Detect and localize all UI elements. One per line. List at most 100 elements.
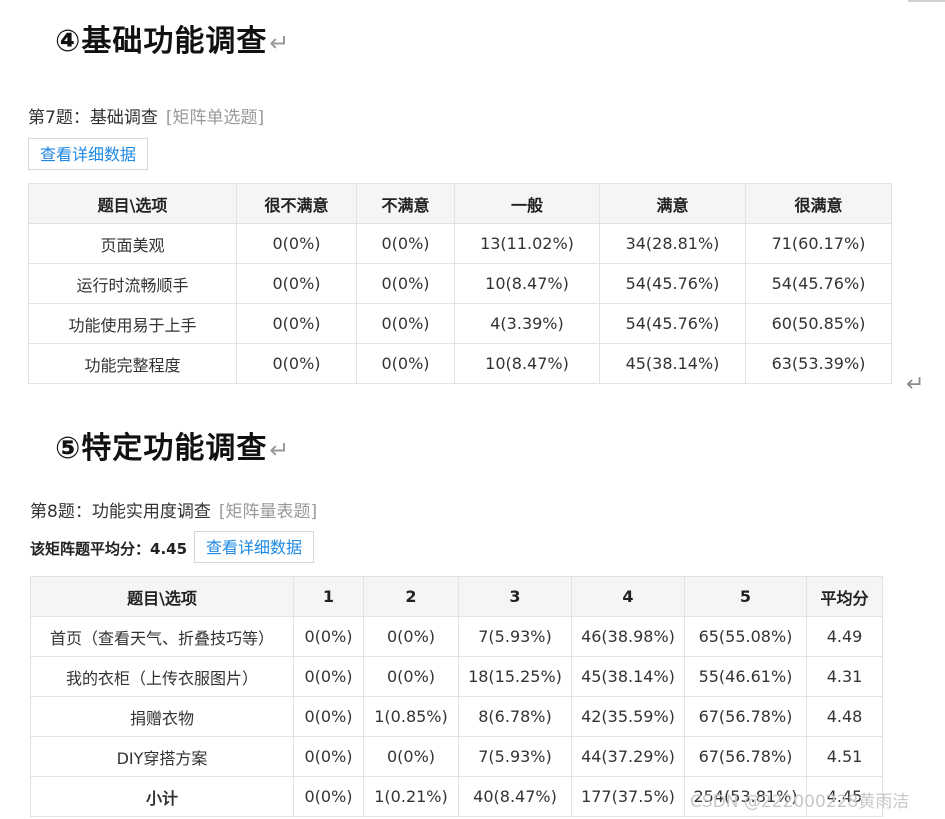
- table-cell: 4.31: [806, 656, 883, 697]
- table-cell: 60(50.85%): [745, 303, 892, 344]
- matrix-table-q7: 题目\选项 很不满意 不满意 一般 满意 很满意 页面美观 0(0%) 0(0%) 13(11.…: [28, 183, 892, 384]
- table-cell: 65(55.08%): [684, 616, 807, 657]
- table-cell: 67(56.78%): [684, 736, 807, 777]
- table-cell: 45(38.14%): [571, 656, 685, 697]
- table-cell: 42(35.59%): [571, 696, 685, 737]
- csdn-watermark: CSDN @222000228黄雨洁: [690, 792, 910, 812]
- view-details-button-q8[interactable]: 查看详细数据: [194, 531, 315, 563]
- table-cell: 54(45.76%): [599, 303, 746, 344]
- table-cell: 0(0%): [363, 616, 459, 657]
- table-cell: 0(0%): [236, 263, 357, 304]
- table-cell: 0(0%): [293, 656, 364, 697]
- column-header: 3: [458, 576, 572, 617]
- row-label-cell: 运行时流畅顺手: [28, 263, 237, 304]
- table-cell: 10(8.47%): [454, 343, 600, 384]
- matrix-table-q8: 题目\选项 1 2 3 4 5 平均分 首页（查看天气、折叠技巧等） 0(0%) 0(0%) 7(…: [30, 576, 883, 817]
- table-row: 功能完整程度 0(0%) 0(0%) 10(8.47%) 45(38.14%) 63(53…: [28, 343, 892, 384]
- table-cell: 34(28.81%): [599, 223, 746, 264]
- section-5-heading: ⑤特定功能调查↵: [55, 423, 291, 467]
- question-8-label: 第8题：功能实用度调查: [30, 502, 211, 522]
- table-cell: 0(0%): [293, 616, 364, 657]
- paragraph-return-icon: ↵: [269, 29, 291, 57]
- table-header-row: 题目\选项 很不满意 不满意 一般 满意 很满意: [28, 183, 892, 224]
- row-label-cell: 小计: [30, 776, 294, 817]
- column-header: 一般: [454, 183, 600, 224]
- table-cell: 0(0%): [236, 223, 357, 264]
- table-cell: 63(53.39%): [745, 343, 892, 384]
- table-cell: 71(60.17%): [745, 223, 892, 264]
- table-cell: 1(0.85%): [363, 696, 459, 737]
- table-header-row: 题目\选项 1 2 3 4 5 平均分: [30, 576, 883, 617]
- table-cell: 7(5.93%): [458, 736, 572, 777]
- table-cell: 0(0%): [293, 696, 364, 737]
- column-header: 5: [684, 576, 807, 617]
- table-cell: 54(45.76%): [745, 263, 892, 304]
- table-cell: 7(5.93%): [458, 616, 572, 657]
- column-header: 2: [363, 576, 459, 617]
- table-cell: 4.49: [806, 616, 883, 657]
- paragraph-return-icon: ↵: [906, 372, 925, 397]
- column-header: 不满意: [356, 183, 455, 224]
- table-cell: 0(0%): [356, 263, 455, 304]
- table-cell: 18(15.25%): [458, 656, 572, 697]
- question-7-title: 第7题：基础调查 [矩阵单选题]: [28, 103, 264, 128]
- table-cell: 4.48: [806, 696, 883, 737]
- row-label-cell: 功能完整程度: [28, 343, 237, 384]
- table-cell: 0(0%): [293, 736, 364, 777]
- table-cell: 0(0%): [356, 223, 455, 264]
- table-cell: 55(46.61%): [684, 656, 807, 697]
- row-label-cell: DIY穿搭方案: [30, 736, 294, 777]
- table-row: 我的衣柜（上传衣服图片） 0(0%) 0(0%) 18(15.25%) 45(38.14…: [30, 656, 883, 697]
- table-cell: 4.51: [806, 736, 883, 777]
- column-header: 4: [571, 576, 685, 617]
- table-row: 页面美观 0(0%) 0(0%) 13(11.02%) 34(28.81%) 71(60.…: [28, 223, 892, 264]
- table-cell: 46(38.98%): [571, 616, 685, 657]
- question-7-label: 第7题：基础调查: [28, 108, 158, 128]
- question-7-type: [矩阵单选题]: [165, 108, 265, 128]
- table-row: 首页（查看天气、折叠技巧等） 0(0%) 0(0%) 7(5.93%) 46(38.98…: [30, 616, 883, 657]
- column-header: 很满意: [745, 183, 892, 224]
- table-cell: 40(8.47%): [458, 776, 572, 817]
- question-8-title: 第8题：功能实用度调查 [矩阵量表题]: [30, 497, 317, 522]
- table-row: 运行时流畅顺手 0(0%) 0(0%) 10(8.47%) 54(45.76%) 54(4…: [28, 263, 892, 304]
- section-5-title: ⑤特定功能调查: [55, 431, 268, 466]
- table-cell: 0(0%): [363, 736, 459, 777]
- table-cell: 1(0.21%): [363, 776, 459, 817]
- row-label-cell: 捐赠衣物: [30, 696, 294, 737]
- table-cell: 0(0%): [236, 303, 357, 344]
- table-cell: 0(0%): [236, 343, 357, 384]
- section-4-title: ④基础功能调查: [55, 24, 268, 59]
- row-label-cell: 页面美观: [28, 223, 237, 264]
- table-cell: 4(3.39%): [454, 303, 600, 344]
- row-label-cell: 功能使用易于上手: [28, 303, 237, 344]
- table-cell: 8(6.78%): [458, 696, 572, 737]
- table-cell: 0(0%): [363, 656, 459, 697]
- column-header: 题目\选项: [30, 576, 294, 617]
- table-row: 功能使用易于上手 0(0%) 0(0%) 4(3.39%) 54(45.76%) 60(5…: [28, 303, 892, 344]
- column-header: 很不满意: [236, 183, 357, 224]
- table-cell: 67(56.78%): [684, 696, 807, 737]
- row-label-cell: 我的衣柜（上传衣服图片）: [30, 656, 294, 697]
- table-cell: 10(8.47%): [454, 263, 600, 304]
- view-details-button-q7[interactable]: 查看详细数据: [28, 138, 149, 170]
- table-cell: 177(37.5%): [571, 776, 685, 817]
- table-cell: 0(0%): [293, 776, 364, 817]
- question-8-type: [矩阵量表题]: [218, 502, 318, 522]
- table-cell: 54(45.76%): [599, 263, 746, 304]
- section-4-heading: ④基础功能调查↵: [55, 16, 291, 60]
- column-header: 平均分: [806, 576, 883, 617]
- table-cell: 45(38.14%): [599, 343, 746, 384]
- matrix-average-score: 该矩阵题平均分：4.45: [30, 540, 188, 558]
- page-edge-line: [908, 0, 945, 2]
- table-row: DIY穿搭方案 0(0%) 0(0%) 7(5.93%) 44(37.29%) 67(56…: [30, 736, 883, 777]
- paragraph-return-icon: ↵: [269, 436, 291, 464]
- table-cell: 44(37.29%): [571, 736, 685, 777]
- table-cell: 0(0%): [356, 343, 455, 384]
- column-header: 满意: [599, 183, 746, 224]
- row-label-cell: 首页（查看天气、折叠技巧等）: [30, 616, 294, 657]
- column-header: 题目\选项: [28, 183, 237, 224]
- table-row: 捐赠衣物 0(0%) 1(0.85%) 8(6.78%) 42(35.59%) 67(56…: [30, 696, 883, 737]
- table-cell: 13(11.02%): [454, 223, 600, 264]
- column-header: 1: [293, 576, 364, 617]
- table-cell: 0(0%): [356, 303, 455, 344]
